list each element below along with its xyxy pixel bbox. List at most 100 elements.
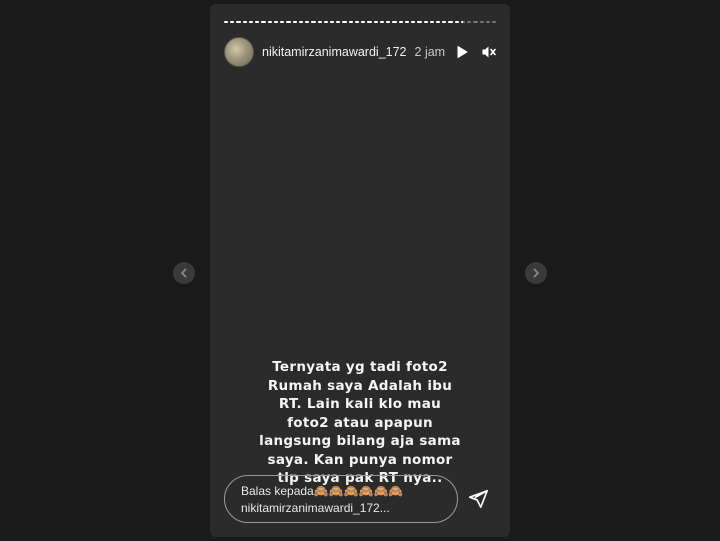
- mute-button[interactable]: [481, 42, 497, 62]
- progress-segment: [261, 21, 266, 23]
- progress-segment: [336, 21, 341, 23]
- progress-segment: [298, 21, 304, 23]
- progress-segment: [242, 21, 247, 23]
- progress-segment-fill: [442, 21, 447, 23]
- play-icon: [457, 46, 468, 58]
- progress-segment: [342, 21, 347, 23]
- progress-segment: [460, 21, 466, 23]
- progress-segment: [423, 21, 428, 23]
- caption-line: saya. Kan punya nomor: [267, 451, 453, 468]
- progress-segment: [361, 21, 366, 23]
- progress-segment: [429, 21, 434, 23]
- reply-placeholder-line1: Balas kepada🙈🙈🙈🙈🙈🙈: [241, 484, 404, 498]
- progress-segment: [435, 21, 441, 23]
- progress-segment: [485, 21, 491, 23]
- progress-segment-fill: [317, 21, 322, 23]
- progress-segment-fill: [280, 21, 285, 23]
- progress-segment: [323, 21, 328, 23]
- progress-segment-fill: [354, 21, 360, 23]
- progress-segment: [473, 21, 478, 23]
- progress-segment-fill: [248, 21, 254, 23]
- caption-line: langsung bilang aja sama: [259, 433, 461, 449]
- progress-segment-fill: [435, 21, 441, 23]
- progress-segment: [398, 21, 403, 23]
- story-progress-bar: [224, 21, 497, 23]
- previous-story-button[interactable]: [173, 262, 195, 284]
- progress-segment-fill: [398, 21, 403, 23]
- progress-segment-fill: [311, 21, 316, 23]
- progress-segment-fill: [448, 21, 453, 23]
- caption-line: Ternyata yg tadi foto2: [272, 359, 448, 375]
- progress-segment: [442, 21, 447, 23]
- progress-segment-fill: [305, 21, 310, 23]
- progress-segment: [417, 21, 422, 23]
- progress-segment: [305, 21, 310, 23]
- progress-segment-fill: [361, 21, 366, 23]
- progress-segment: [348, 21, 353, 23]
- progress-segment-fill: [423, 21, 428, 23]
- story-card[interactable]: nikitamirzanimawardi_172 2 jam Ternyata …: [210, 4, 510, 537]
- send-icon: [468, 489, 488, 509]
- progress-segment: [404, 21, 410, 23]
- progress-segment-fill: [454, 21, 459, 23]
- reply-placeholder-line2: nikitamirzanimawardi_172...: [241, 501, 390, 515]
- progress-segment: [286, 21, 291, 23]
- progress-segment-fill: [292, 21, 297, 23]
- progress-segment: [467, 21, 472, 23]
- progress-segment: [454, 21, 459, 23]
- progress-segment-fill: [417, 21, 422, 23]
- progress-segment-fill: [460, 21, 463, 23]
- progress-segment: [386, 21, 391, 23]
- story-caption: Ternyata yg tadi foto2 Rumah saya Adalah…: [230, 358, 490, 488]
- progress-segment-fill: [373, 21, 378, 23]
- progress-segment: [311, 21, 316, 23]
- progress-segment-fill: [242, 21, 247, 23]
- more-options-button[interactable]: [509, 42, 510, 62]
- progress-segment-fill: [236, 21, 241, 23]
- progress-segment: [230, 21, 235, 23]
- progress-segment: [354, 21, 360, 23]
- progress-segment: [373, 21, 378, 23]
- story-viewer: nikitamirzanimawardi_172 2 jam Ternyata …: [0, 0, 720, 541]
- progress-segment: [248, 21, 254, 23]
- progress-segment: [411, 21, 416, 23]
- progress-segment-fill: [298, 21, 304, 23]
- progress-segment-fill: [392, 21, 397, 23]
- progress-segment: [273, 21, 279, 23]
- progress-segment: [236, 21, 241, 23]
- progress-segment-fill: [342, 21, 347, 23]
- progress-segment-fill: [230, 21, 235, 23]
- progress-segment: [448, 21, 453, 23]
- chevron-left-icon: [181, 268, 187, 278]
- play-button[interactable]: [455, 42, 469, 62]
- progress-segment: [392, 21, 397, 23]
- story-header: nikitamirzanimawardi_172 2 jam: [224, 36, 502, 68]
- progress-segment-fill: [367, 21, 372, 23]
- mute-icon: [482, 46, 496, 58]
- progress-segment-fill: [255, 21, 260, 23]
- reply-input[interactable]: Balas kepada🙈🙈🙈🙈🙈🙈 nikitamirzanimawardi_…: [224, 475, 458, 523]
- progress-segment-fill: [224, 21, 229, 23]
- chevron-right-icon: [533, 268, 539, 278]
- more-icon: [509, 49, 510, 55]
- progress-segment: [492, 21, 497, 23]
- progress-segment: [367, 21, 372, 23]
- caption-line: RT. Lain kali klo mau: [278, 396, 442, 412]
- progress-segment-fill: [336, 21, 341, 23]
- send-button[interactable]: [465, 486, 491, 512]
- caption-line: Rumah saya Adalah ibu: [267, 377, 453, 394]
- avatar[interactable]: [224, 37, 254, 67]
- post-time: 2 jam: [414, 45, 446, 59]
- username[interactable]: nikitamirzanimawardi_172: [262, 45, 407, 59]
- progress-segment-fill: [386, 21, 391, 23]
- reply-row: Balas kepada🙈🙈🙈🙈🙈🙈 nikitamirzanimawardi_…: [224, 474, 496, 524]
- progress-segment-fill: [348, 21, 353, 23]
- progress-segment-fill: [329, 21, 335, 23]
- progress-segment: [224, 21, 229, 23]
- progress-segment-fill: [404, 21, 410, 23]
- progress-segment: [379, 21, 385, 23]
- next-story-button[interactable]: [525, 262, 547, 284]
- caption-line: foto2 atau apapun: [287, 414, 433, 431]
- progress-segment-fill: [286, 21, 291, 23]
- progress-segment: [292, 21, 297, 23]
